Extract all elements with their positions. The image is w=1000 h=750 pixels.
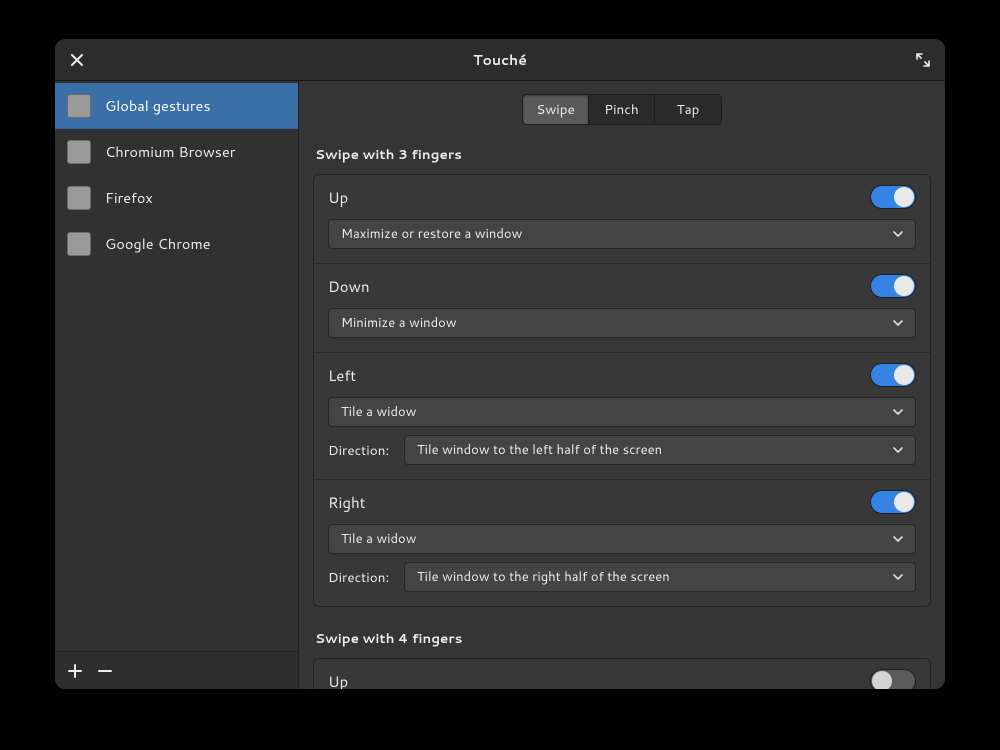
remove-application-button[interactable] (93, 659, 117, 683)
toggle-knob (894, 365, 914, 385)
window-title: Touché (55, 50, 945, 70)
toggle-knob (894, 276, 914, 296)
gesture-name: Up (328, 187, 348, 208)
add-application-button[interactable] (63, 659, 87, 683)
action-select[interactable]: Tile a widow (328, 524, 916, 554)
select-value: Minimize a window (341, 314, 457, 332)
gesture-header: Up (328, 669, 916, 689)
direction-row: Direction: Tile window to the right half… (328, 562, 916, 592)
sidebar-item-label: Firefox (105, 187, 153, 208)
expand-icon (916, 53, 930, 67)
direction-row: Direction: Tile window to the left half … (328, 435, 916, 465)
tabbar-wrap: Swipe Pinch Tap (299, 81, 945, 137)
gesture-name: Right (328, 492, 365, 513)
toggle-knob (894, 187, 914, 207)
sidebar-item-label: Google Chrome (105, 233, 211, 254)
action-select[interactable]: Tile a widow (328, 397, 916, 427)
sidebar-item-label: Global gestures (105, 95, 211, 116)
action-select[interactable]: Minimize a window (328, 308, 916, 338)
row-label: Direction: (328, 568, 390, 587)
sidebar-list: Global gestures Chromium Browser Firefox… (55, 81, 298, 651)
gesture-row-down: Down Minimize a window (314, 264, 930, 353)
gesture-row-left: Left Tile a widow Direction: (314, 353, 930, 480)
gesture-group-4-fingers: Up (313, 658, 931, 689)
action-row: Minimize a window (328, 308, 916, 338)
action-row: Maximize or restore a window (328, 219, 916, 249)
select-value: Tile a widow (341, 403, 416, 421)
main-content: Swipe Pinch Tap Swipe with 3 fingers Up (299, 81, 945, 689)
gesture-row-up: Up Maximize or restore a window (314, 175, 930, 264)
gesture-name: Up (328, 671, 348, 690)
close-icon (71, 54, 83, 66)
row-label: Direction: (328, 441, 390, 460)
enable-toggle[interactable] (870, 185, 916, 209)
minus-icon (98, 664, 112, 678)
fullscreen-button[interactable] (911, 48, 935, 72)
sidebar-item-global-gestures[interactable]: Global gestures (55, 83, 298, 129)
app-icon (67, 232, 91, 256)
action-select[interactable]: Maximize or restore a window (328, 219, 916, 249)
sidebar-item-label: Chromium Browser (105, 141, 235, 162)
gesture-header: Right (328, 490, 916, 514)
gesture-group-3-fingers: Up Maximize or restore a window (313, 174, 931, 607)
sidebar-item-chromium-browser[interactable]: Chromium Browser (55, 129, 298, 175)
app-icon (67, 94, 91, 118)
gesture-name: Left (328, 365, 356, 386)
direction-select[interactable]: Tile window to the left half of the scre… (404, 435, 916, 465)
plus-icon (68, 664, 82, 678)
sidebar: Global gestures Chromium Browser Firefox… (55, 81, 299, 689)
close-button[interactable] (65, 48, 89, 72)
gesture-row-right: Right Tile a widow Direction: (314, 480, 930, 606)
sidebar-item-google-chrome[interactable]: Google Chrome (55, 221, 298, 267)
sidebar-toolbar (55, 651, 298, 689)
select-value: Tile window to the right half of the scr… (417, 568, 670, 586)
window-body: Global gestures Chromium Browser Firefox… (55, 81, 945, 689)
enable-toggle[interactable] (870, 490, 916, 514)
section-title: Swipe with 4 fingers (315, 629, 931, 648)
chevron-down-icon (893, 229, 903, 239)
tab-swipe[interactable]: Swipe (523, 95, 589, 124)
chevron-down-icon (893, 572, 903, 582)
toggle-knob (894, 492, 914, 512)
tab-pinch[interactable]: Pinch (589, 95, 655, 124)
app-icon (67, 140, 91, 164)
gesture-scroll-area[interactable]: Swipe with 3 fingers Up Maximize or rest… (299, 137, 945, 689)
gesture-header: Down (328, 274, 916, 298)
enable-toggle[interactable] (870, 669, 916, 689)
action-row: Tile a widow (328, 397, 916, 427)
toggle-knob (872, 671, 892, 689)
chevron-down-icon (893, 445, 903, 455)
enable-toggle[interactable] (870, 274, 916, 298)
select-value: Maximize or restore a window (341, 225, 522, 243)
direction-select[interactable]: Tile window to the right half of the scr… (404, 562, 916, 592)
gesture-header: Left (328, 363, 916, 387)
gesture-row-up-4: Up (314, 659, 930, 689)
select-value: Tile window to the left half of the scre… (417, 441, 662, 459)
app-window: Touché Global gestures Chromium Browser (55, 39, 945, 689)
action-row: Tile a widow (328, 524, 916, 554)
gesture-type-tabs: Swipe Pinch Tap (522, 94, 722, 125)
chevron-down-icon (893, 534, 903, 544)
gesture-header: Up (328, 185, 916, 209)
tab-tap[interactable]: Tap (655, 95, 721, 124)
select-value: Tile a widow (341, 530, 416, 548)
gesture-name: Down (328, 276, 370, 297)
enable-toggle[interactable] (870, 363, 916, 387)
titlebar: Touché (55, 39, 945, 81)
sidebar-item-firefox[interactable]: Firefox (55, 175, 298, 221)
app-icon (67, 186, 91, 210)
section-title: Swipe with 3 fingers (315, 145, 931, 164)
chevron-down-icon (893, 407, 903, 417)
chevron-down-icon (893, 318, 903, 328)
